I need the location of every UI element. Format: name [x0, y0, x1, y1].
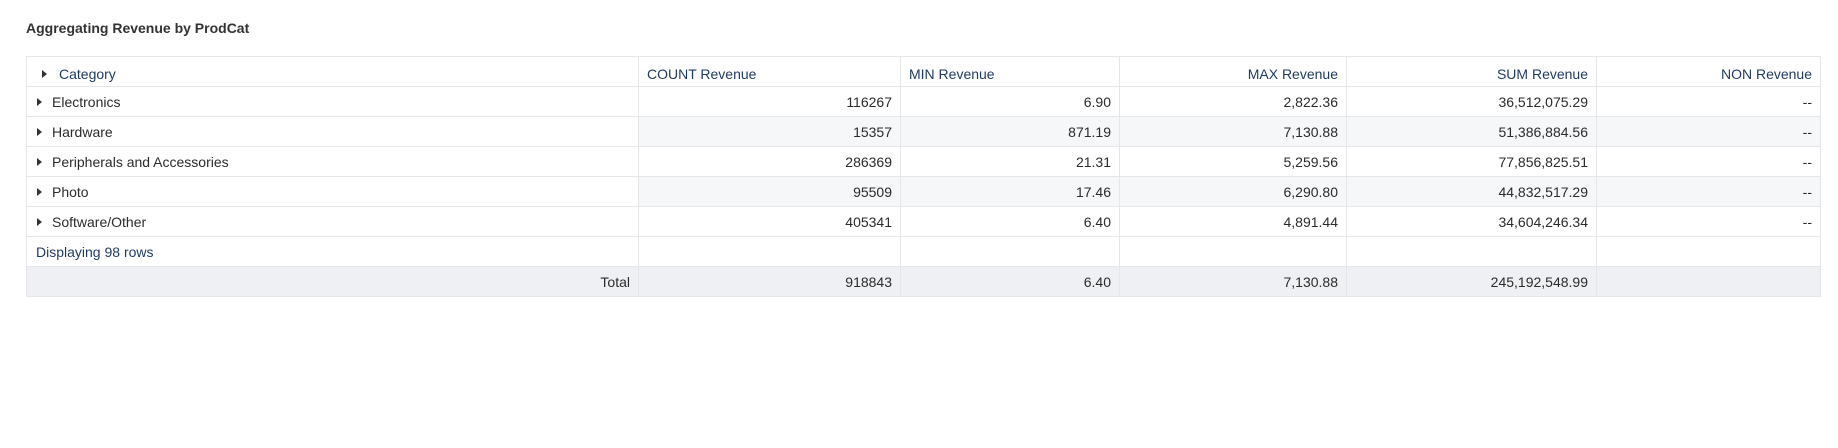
min-cell: 871.19 — [900, 116, 1120, 147]
count-cell: 15357 — [638, 116, 901, 147]
max-cell: 7,130.88 — [1119, 116, 1347, 147]
empty-cell — [1119, 236, 1347, 267]
header-row: Category COUNT Revenue MIN Revenue MAX R… — [26, 56, 1821, 87]
min-cell: 17.46 — [900, 176, 1120, 207]
max-cell: 2,822.36 — [1119, 86, 1347, 117]
sum-cell: 77,856,825.51 — [1346, 146, 1597, 177]
caret-right-icon[interactable] — [37, 217, 42, 226]
count-cell: 286369 — [638, 146, 901, 177]
column-header-min[interactable]: MIN Revenue — [900, 56, 1120, 87]
non-cell: -- — [1596, 86, 1821, 117]
row-category-cell[interactable]: Software/Other — [26, 206, 639, 237]
max-cell: 6,290.80 — [1119, 176, 1347, 207]
row-category-cell[interactable]: Peripherals and Accessories — [26, 146, 639, 177]
total-label: Total — [26, 266, 639, 297]
table-row: Electronics 116267 6.90 2,822.36 36,512,… — [26, 86, 1821, 117]
pivot-page: Aggregating Revenue by ProdCat Category … — [0, 0, 1838, 448]
sum-cell: 51,386,884.56 — [1346, 116, 1597, 147]
min-cell: 6.40 — [900, 206, 1120, 237]
caret-right-icon[interactable] — [37, 187, 42, 196]
count-cell: 95509 — [638, 176, 901, 207]
pivot-table: Category COUNT Revenue MIN Revenue MAX R… — [26, 56, 1821, 297]
non-cell: -- — [1596, 116, 1821, 147]
table-row: Hardware 15357 871.19 7,130.88 51,386,88… — [26, 116, 1821, 147]
row-category-label: Photo — [52, 183, 89, 200]
displaying-rows-label: Displaying 98 rows — [26, 236, 639, 267]
empty-cell — [1346, 236, 1597, 267]
table-row: Peripherals and Accessories 286369 21.31… — [26, 146, 1821, 177]
total-sum-cell: 245,192,548.99 — [1346, 266, 1597, 297]
column-header-category-label: Category — [59, 66, 116, 82]
row-category-label: Hardware — [52, 123, 113, 140]
caret-right-icon[interactable] — [42, 70, 47, 79]
empty-cell — [900, 236, 1120, 267]
row-category-label: Peripherals and Accessories — [52, 153, 229, 170]
displaying-rows-row: Displaying 98 rows — [26, 236, 1821, 267]
min-cell: 21.31 — [900, 146, 1120, 177]
page-title: Aggregating Revenue by ProdCat — [26, 20, 250, 36]
total-count-cell: 918843 — [638, 266, 901, 297]
sum-cell: 44,832,517.29 — [1346, 176, 1597, 207]
total-max-cell: 7,130.88 — [1119, 266, 1347, 297]
total-non-cell — [1596, 266, 1821, 297]
max-cell: 4,891.44 — [1119, 206, 1347, 237]
row-category-cell[interactable]: Photo — [26, 176, 639, 207]
max-cell: 5,259.56 — [1119, 146, 1347, 177]
row-category-cell[interactable]: Electronics — [26, 86, 639, 117]
total-row: Total 918843 6.40 7,130.88 245,192,548.9… — [26, 266, 1821, 297]
caret-right-icon[interactable] — [37, 157, 42, 166]
row-category-label: Software/Other — [52, 213, 147, 230]
sum-cell: 34,604,246.34 — [1346, 206, 1597, 237]
table-row: Photo 95509 17.46 6,290.80 44,832,517.29… — [26, 176, 1821, 207]
empty-cell — [638, 236, 901, 267]
column-header-sum[interactable]: SUM Revenue — [1346, 56, 1597, 87]
non-cell: -- — [1596, 146, 1821, 177]
column-header-max[interactable]: MAX Revenue — [1119, 56, 1347, 87]
count-cell: 405341 — [638, 206, 901, 237]
empty-cell — [1596, 236, 1821, 267]
min-cell: 6.90 — [900, 86, 1120, 117]
table-row: Software/Other 405341 6.40 4,891.44 34,6… — [26, 206, 1821, 237]
column-header-category[interactable]: Category — [26, 56, 639, 87]
sum-cell: 36,512,075.29 — [1346, 86, 1597, 117]
caret-right-icon[interactable] — [37, 97, 42, 106]
row-category-cell[interactable]: Hardware — [26, 116, 639, 147]
non-cell: -- — [1596, 176, 1821, 207]
column-header-non[interactable]: NON Revenue — [1596, 56, 1821, 87]
non-cell: -- — [1596, 206, 1821, 237]
column-header-count[interactable]: COUNT Revenue — [638, 56, 901, 87]
row-category-label: Electronics — [52, 93, 121, 110]
total-min-cell: 6.40 — [900, 266, 1120, 297]
count-cell: 116267 — [638, 86, 901, 117]
caret-right-icon[interactable] — [37, 127, 42, 136]
